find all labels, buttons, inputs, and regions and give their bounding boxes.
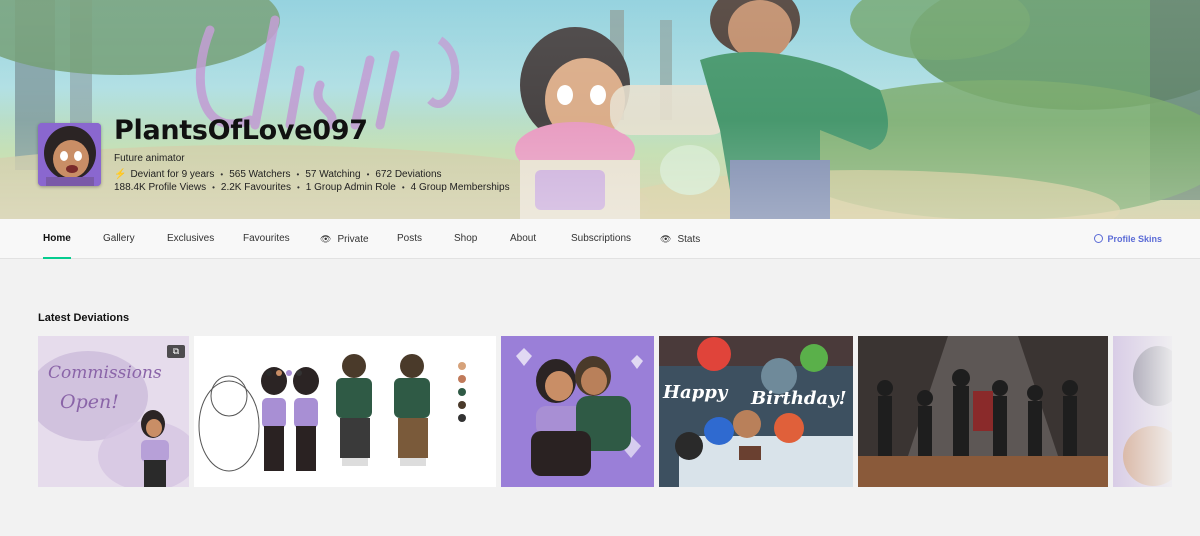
happy-text: Happy [662, 382, 729, 403]
tab-favourites[interactable]: Favourites [243, 219, 290, 259]
eye-icon: 👁 [660, 234, 672, 244]
profile-nav: Home Gallery Exclusives Favourites 👁 Priv… [0, 219, 1200, 259]
deviant-age: Deviant for 9 years [130, 169, 215, 180]
deviation-thumbnail[interactable] [1113, 336, 1172, 487]
separator-dot: • [366, 170, 370, 179]
commissions-text: Commissions [48, 363, 162, 383]
tab-shop[interactable]: Shop [454, 219, 477, 259]
separator-dot: • [212, 183, 215, 192]
deviation-thumbnail[interactable]: Happy Birthday! [659, 336, 853, 487]
favourites-count[interactable]: 2.2K Favourites [221, 182, 291, 193]
open-text: Open! [60, 391, 119, 413]
group-admin-roles[interactable]: 1 Group Admin Role [306, 182, 396, 193]
tagline: Future animator [114, 153, 185, 164]
separator-dot: • [296, 170, 300, 179]
deviation-thumbnail[interactable] [501, 336, 654, 487]
tab-stats-label: Stats [677, 234, 701, 245]
profile-skins-label: Profile Skins [1107, 234, 1162, 244]
birthday-text: Birthday! [750, 388, 847, 409]
tab-stats[interactable]: 👁 Stats [660, 219, 700, 259]
watching-count[interactable]: 57 Watching [305, 169, 360, 180]
deviations-count[interactable]: 672 Deviations [375, 169, 441, 180]
watchers-count[interactable]: 565 Watchers [229, 169, 290, 180]
multi-image-icon: ⧉ [167, 345, 185, 358]
palette-icon [1094, 234, 1104, 243]
tab-about[interactable]: About [510, 219, 536, 259]
tab-gallery[interactable]: Gallery [103, 219, 135, 259]
tab-private[interactable]: 👁 Private [320, 219, 369, 259]
deviation-thumbnail[interactable] [858, 336, 1108, 487]
profile-stats-row-1: ⚡ Deviant for 9 years • 565 Watchers • 5… [114, 169, 442, 180]
separator-dot: • [296, 183, 300, 192]
tab-subscriptions[interactable]: Subscriptions [571, 219, 631, 259]
deviation-thumbnail[interactable] [194, 336, 496, 487]
tab-posts[interactable]: Posts [397, 219, 422, 259]
tab-home[interactable]: Home [43, 219, 71, 259]
profile-views-count: 188.4K Profile Views [114, 182, 207, 193]
group-memberships[interactable]: 4 Group Memberships [411, 182, 510, 193]
tab-private-label: Private [337, 234, 369, 245]
username[interactable]: PlantsOfLove097 [114, 115, 368, 146]
separator-dot: • [220, 170, 224, 179]
section-title: Latest Deviations [38, 312, 130, 324]
profile-skins-button[interactable]: Profile Skins [1094, 219, 1162, 259]
separator-dot: • [401, 183, 405, 192]
avatar[interactable] [38, 123, 101, 186]
tab-exclusives[interactable]: Exclusives [167, 219, 214, 259]
profile-stats-row-2: 188.4K Profile Views • 2.2K Favourites •… [114, 182, 510, 193]
eye-icon: 👁 [320, 234, 332, 244]
deviation-thumbnail[interactable]: Commissions Open! ⧉ [38, 336, 189, 487]
lightning-icon: ⚡ [114, 169, 127, 180]
